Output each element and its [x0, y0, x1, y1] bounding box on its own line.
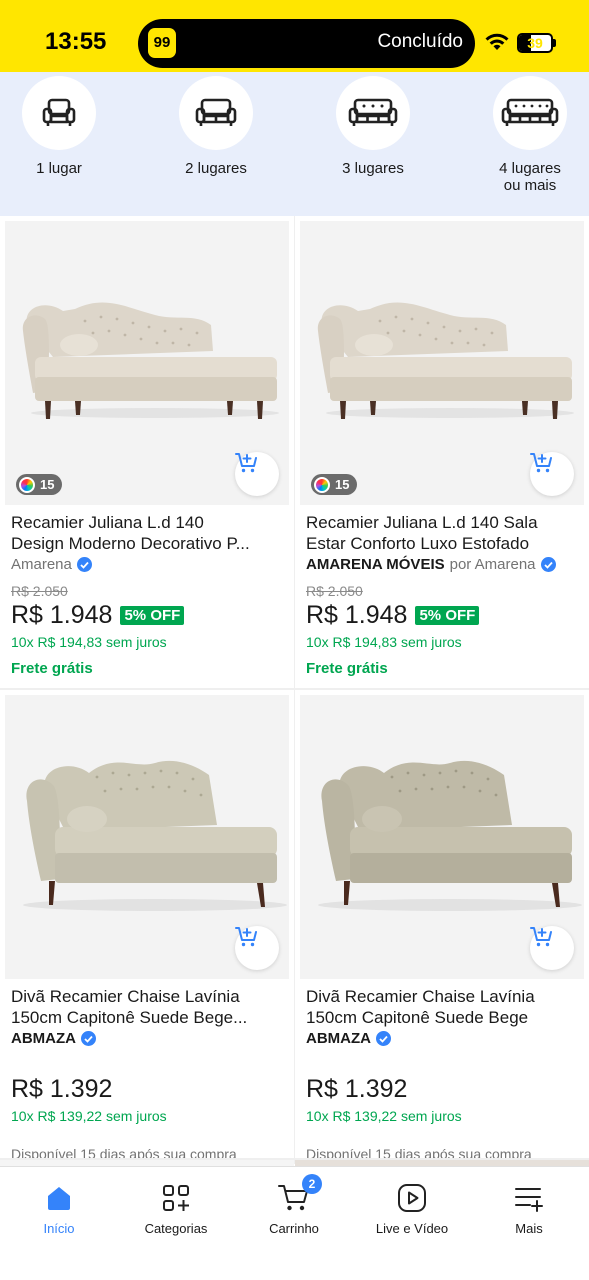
add-to-cart-button[interactable] — [530, 926, 574, 970]
cart-count-badge: 2 — [302, 1174, 322, 1194]
wifi-icon — [485, 33, 509, 50]
nav-label: Carrinho — [269, 1221, 319, 1236]
installments: 10x R$ 139,22 sem juros — [306, 1108, 462, 1124]
category-label: 4 lugares ou mais — [499, 160, 561, 194]
nav-label: Categorias — [144, 1221, 208, 1236]
nav-live-e-video[interactable]: Live e Vídeo — [362, 1181, 462, 1236]
dynamic-island[interactable]: 99 Concluído — [138, 19, 475, 68]
large-sofa-icon — [493, 76, 567, 150]
add-to-cart-icon — [235, 927, 257, 947]
nav-carrinho[interactable]: 2 Carrinho — [244, 1174, 344, 1236]
nav-label: Mais — [515, 1221, 543, 1236]
discount-badge: 5% OFF — [415, 606, 480, 625]
product-image[interactable] — [300, 695, 584, 979]
nav-label: Live e Vídeo — [375, 1221, 449, 1236]
category-label: 1 lugar — [36, 160, 82, 177]
price-row: R$ 1.392 — [306, 1075, 407, 1104]
add-to-cart-button[interactable] — [530, 452, 574, 496]
add-to-cart-icon — [530, 927, 552, 947]
categories-icon — [126, 1181, 226, 1215]
product-card[interactable]: 15 Recamier Juliana L.d 140 Sala Estar C… — [295, 216, 589, 688]
menu-plus-icon — [479, 1181, 579, 1215]
shipping-info: Frete grátis — [11, 660, 93, 677]
product-card[interactable]: Divã Recamier Chaise Lavínia 150cm Capit… — [0, 690, 294, 1158]
status-time: 13:55 — [45, 28, 107, 55]
current-price: R$ 1.948 — [11, 601, 113, 629]
add-to-cart-button[interactable] — [235, 926, 279, 970]
seller-info: ABMAZA — [306, 1030, 391, 1047]
nav-label: Início — [43, 1221, 75, 1236]
color-variants-badge: 15 — [311, 474, 358, 495]
status-bar: 13:55 99 Concluído 39 — [0, 0, 589, 72]
play-icon — [362, 1181, 462, 1215]
verified-icon — [376, 1031, 391, 1046]
category-2-lugares[interactable]: 2 lugares — [156, 76, 276, 177]
color-wheel-icon — [314, 476, 330, 493]
discount-badge: 5% OFF — [120, 606, 185, 625]
installments: 10x R$ 194,83 sem juros — [306, 634, 462, 650]
product-title[interactable]: Divã Recamier Chaise Lavínia 150cm Capit… — [306, 986, 574, 1028]
category-3-lugares[interactable]: 3 lugares — [313, 76, 433, 177]
product-title[interactable]: Recamier Juliana L.d 140 Sala Estar Conf… — [306, 512, 574, 554]
shipping-info: Frete grátis — [306, 660, 388, 677]
current-price: R$ 1.392 — [306, 1075, 408, 1103]
store-name: ABMAZA — [11, 1030, 76, 1047]
armchair-icon — [22, 76, 96, 150]
add-to-cart-icon — [530, 453, 552, 473]
product-card[interactable]: 15 Recamier Juliana L.d 140 Design Moder… — [0, 216, 294, 688]
app-badge-icon: 99 — [148, 28, 176, 58]
color-count: 15 — [335, 477, 350, 492]
seller-name: por Amarena — [449, 556, 536, 573]
price-row: R$ 1.948 5% OFF — [306, 601, 480, 630]
price-row: R$ 1.392 — [11, 1075, 112, 1104]
verified-icon — [540, 557, 556, 572]
battery-icon: 39 — [517, 33, 553, 53]
home-icon — [9, 1181, 109, 1215]
store-name: ABMAZA — [306, 1030, 371, 1047]
availability-info: Disponível 15 dias após sua compra — [306, 1146, 532, 1158]
color-wheel-icon — [19, 476, 35, 493]
installments: 10x R$ 139,22 sem juros — [11, 1108, 167, 1124]
cart-icon: 2 — [244, 1174, 344, 1215]
battery-level: 39 — [527, 35, 543, 51]
product-title[interactable]: Recamier Juliana L.d 140 Design Moderno … — [11, 512, 279, 554]
original-price: R$ 2.050 — [11, 583, 68, 599]
color-variants-badge: 15 — [16, 474, 63, 495]
add-to-cart-button[interactable] — [235, 452, 279, 496]
add-to-cart-icon — [235, 453, 257, 473]
installments: 10x R$ 194,83 sem juros — [11, 634, 167, 650]
current-price: R$ 1.948 — [306, 601, 408, 629]
current-price: R$ 1.392 — [11, 1075, 113, 1103]
bottom-navigation: Início Categorias 2 Carrinho Live e Víde… — [0, 1166, 589, 1280]
seller-info: Amarena — [11, 556, 92, 573]
product-card[interactable]: Divã Recamier Chaise Lavínia 150cm Capit… — [295, 690, 589, 1158]
category-label: 2 lugares — [185, 160, 247, 177]
seller-info: AMARENA MÓVEIS por Amarena — [306, 556, 556, 573]
nav-inicio[interactable]: Início — [9, 1181, 109, 1236]
battery-tip — [553, 39, 556, 47]
product-image[interactable] — [5, 695, 289, 979]
verified-icon — [81, 1031, 96, 1046]
verified-icon — [76, 557, 92, 572]
color-count: 15 — [40, 477, 55, 492]
product-image[interactable]: 15 — [300, 221, 584, 505]
product-image[interactable]: 15 — [5, 221, 289, 505]
category-label: 3 lugares — [342, 160, 404, 177]
category-4-lugares-ou-mais[interactable]: 4 lugares ou mais — [470, 76, 589, 194]
seat-categories: 1 lugar 2 lugares 3 lugares 4 lugares ou… — [0, 72, 589, 216]
category-1-lugar[interactable]: 1 lugar — [0, 76, 119, 177]
loveseat-icon — [179, 76, 253, 150]
seller-name: Amarena — [11, 556, 72, 573]
nav-categorias[interactable]: Categorias — [126, 1181, 226, 1236]
original-price: R$ 2.050 — [306, 583, 363, 599]
done-label[interactable]: Concluído — [377, 31, 463, 53]
store-name: AMARENA MÓVEIS — [306, 556, 445, 573]
nav-mais[interactable]: Mais — [479, 1181, 579, 1236]
price-row: R$ 1.948 5% OFF — [11, 601, 185, 630]
seller-info: ABMAZA — [11, 1030, 96, 1047]
product-title[interactable]: Divã Recamier Chaise Lavínia 150cm Capit… — [11, 986, 279, 1028]
availability-info: Disponível 15 dias após sua compra — [11, 1146, 237, 1158]
product-grid: 15 Recamier Juliana L.d 140 Design Moder… — [0, 216, 589, 1170]
sofa-icon — [336, 76, 410, 150]
